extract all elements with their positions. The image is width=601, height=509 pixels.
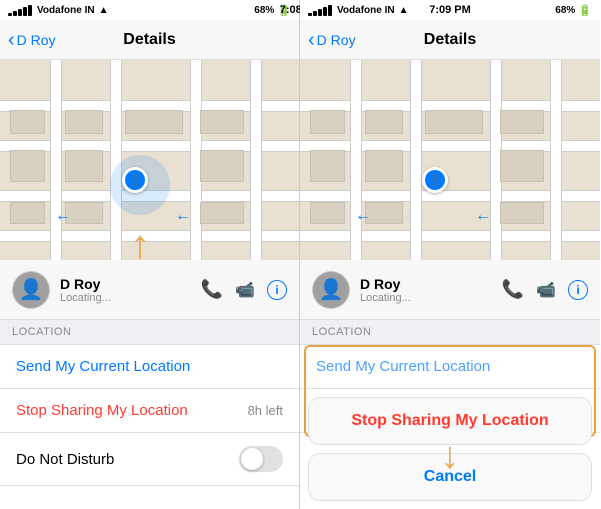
left-nav-title: Details (123, 31, 175, 49)
right-avatar: 👤 (312, 271, 350, 309)
right-wifi-icon: ▲ (399, 5, 409, 16)
left-back-chevron: ‹ (8, 30, 15, 50)
location-marker: 👤 (122, 167, 148, 193)
left-dnd-label: Do Not Disturb (16, 451, 114, 468)
left-battery-pct: 68% (254, 5, 274, 16)
right-back-button[interactable]: ‹ D Roy (308, 30, 356, 50)
left-map: 👤 ← ← ↑ (0, 60, 299, 260)
left-phone-icon[interactable]: 📞 (201, 279, 223, 300)
right-phone-icon[interactable]: 📞 (502, 279, 524, 300)
right-back-chevron: ‹ (308, 30, 315, 50)
carrier-text: Vodafone IN (37, 5, 95, 16)
left-stop-sharing-label: Stop Sharing My Location (16, 402, 188, 419)
right-battery-pct: 68% (555, 5, 575, 16)
left-back-label: D Roy (17, 32, 56, 48)
wifi-icon: ▲ (99, 5, 109, 16)
toggle-knob (241, 448, 263, 470)
right-nav-bar: ‹ D Roy Details (300, 20, 600, 60)
right-arrow-2: ← (475, 207, 491, 225)
left-send-location-label: Send My Current Location (16, 358, 190, 375)
right-avatar-icon: 👤 (319, 277, 344, 302)
left-contact-status: Locating... (60, 292, 191, 304)
right-time: 7:09 PM (429, 4, 471, 16)
right-location-header: LOCATION (300, 320, 600, 345)
left-info-icon[interactable]: i (267, 280, 287, 300)
right-person-icon: 👤 (428, 173, 443, 187)
right-video-icon[interactable]: 📹 (536, 280, 556, 300)
right-info-icon[interactable]: i (568, 280, 588, 300)
right-arrow-1: ← (355, 207, 371, 225)
right-back-label: D Roy (317, 32, 356, 48)
left-video-icon[interactable]: 📹 (235, 280, 255, 300)
left-do-not-disturb-item[interactable]: Do Not Disturb (0, 433, 299, 486)
right-map: 👤 ← ← (300, 60, 600, 260)
person-marker-icon: 👤 (128, 173, 143, 187)
avatar-icon: 👤 (19, 277, 44, 302)
annotation-arrow-right: ↓ (441, 435, 460, 478)
right-status-bar: Vodafone IN ▲ 7:09 PM 68% 🔋 (300, 0, 600, 20)
left-arrow-1: ← (55, 207, 71, 225)
left-send-location-item[interactable]: Send My Current Location (0, 345, 299, 389)
right-contact-info: D Roy Locating... (360, 276, 492, 304)
left-arrow-2: ← (175, 207, 191, 225)
left-dnd-toggle[interactable] (239, 446, 283, 472)
right-nav-title: Details (424, 31, 476, 49)
right-send-location-item[interactable]: Send My Current Location (300, 345, 600, 389)
left-contact-actions: 📞 📹 i (201, 279, 287, 300)
right-send-location-label: Send My Current Location (316, 358, 490, 375)
right-contact-actions: 📞 📹 i (502, 279, 588, 300)
left-contact-bar: 👤 D Roy Locating... 📞 📹 i (0, 260, 299, 320)
left-stop-sharing-secondary: 8h left (248, 403, 283, 418)
left-contact-name: D Roy (60, 276, 191, 292)
right-battery-area: 68% 🔋 (555, 4, 592, 17)
left-time: 7:08 PM (280, 4, 300, 16)
right-contact-bar: 👤 D Roy Locating... 📞 📹 i (300, 260, 600, 320)
left-carrier: Vodafone IN ▲ (8, 5, 109, 16)
annotation-arrow-left: ↑ (130, 223, 150, 260)
left-nav-bar: ‹ D Roy Details (0, 20, 299, 60)
left-phone-panel: Vodafone IN ▲ 7:08 PM 68% 🔋 ‹ D Roy Deta… (0, 0, 300, 509)
right-phone-panel: Vodafone IN ▲ 7:09 PM 68% 🔋 ‹ D Roy Deta… (300, 0, 600, 509)
right-contact-name: D Roy (360, 276, 492, 292)
right-carrier-text: Vodafone IN (337, 5, 395, 16)
right-battery-icon: 🔋 (578, 4, 592, 17)
right-location-dot: 👤 (422, 167, 448, 193)
left-location-header: LOCATION (0, 320, 299, 345)
right-contact-status: Locating... (360, 292, 492, 304)
left-avatar: 👤 (12, 271, 50, 309)
left-contact-info: D Roy Locating... (60, 276, 191, 304)
left-stop-sharing-item[interactable]: Stop Sharing My Location 8h left (0, 389, 299, 433)
left-status-bar: Vodafone IN ▲ 7:08 PM 68% 🔋 (0, 0, 299, 20)
left-back-button[interactable]: ‹ D Roy (8, 30, 56, 50)
right-carrier: Vodafone IN ▲ (308, 5, 409, 16)
